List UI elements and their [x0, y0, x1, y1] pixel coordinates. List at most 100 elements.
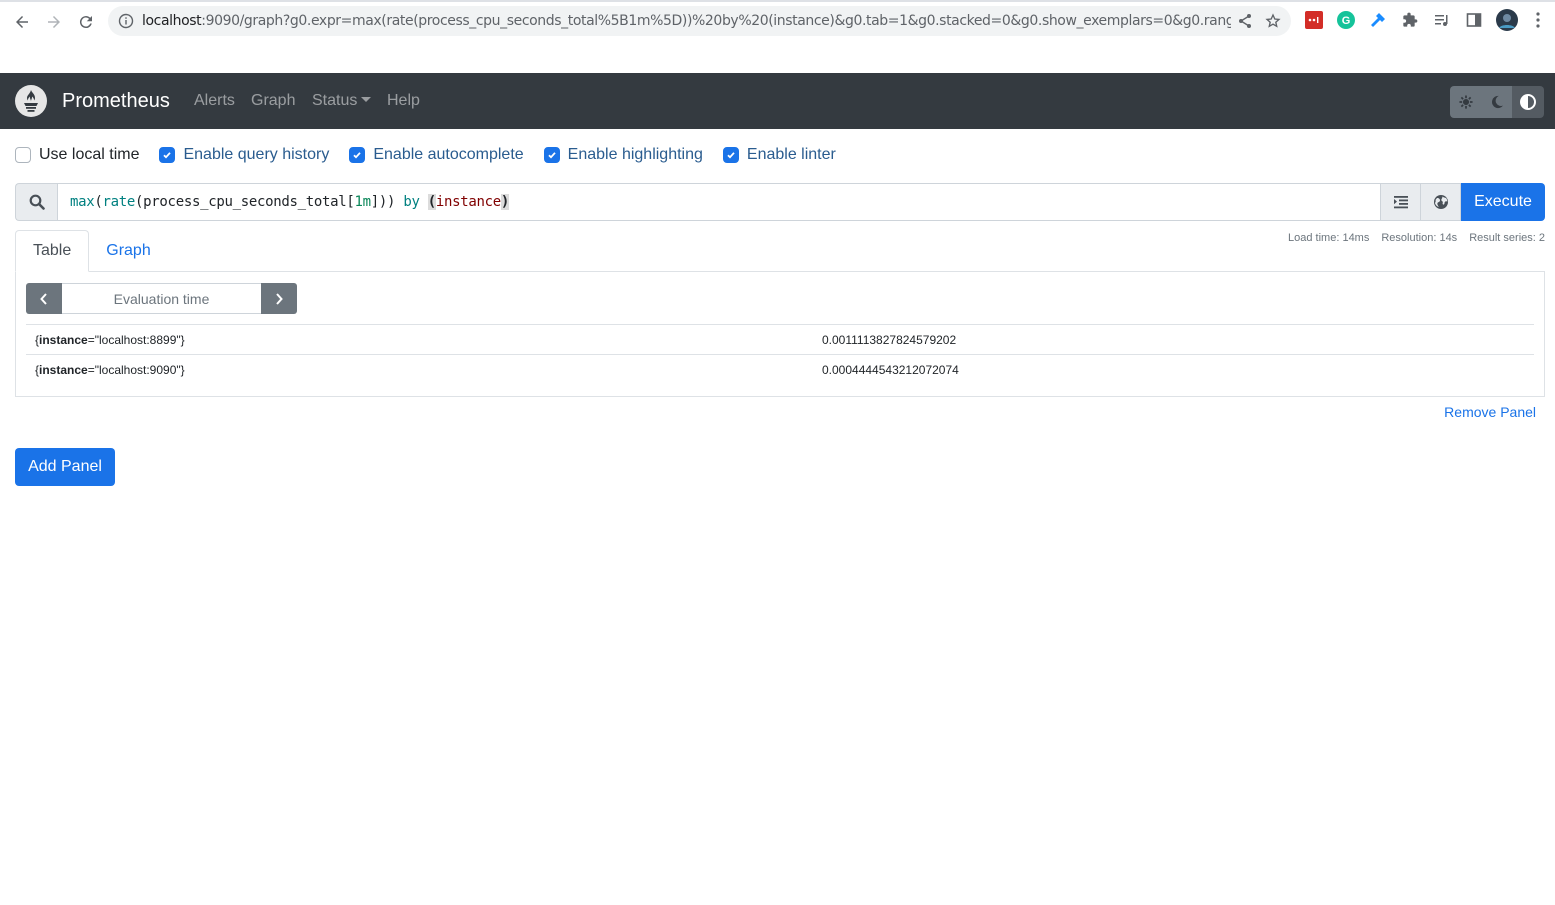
checkmark-icon	[353, 152, 362, 159]
star-icon	[1265, 13, 1281, 28]
url-text: localhost:9090/graph?g0.expr=max(rate(pr…	[142, 13, 1231, 29]
nav-help[interactable]: Help	[387, 91, 420, 111]
enable-linter-checkbox[interactable]: Enable linter	[722, 143, 836, 167]
token-bracket-match: )	[500, 194, 510, 210]
side-panel-button[interactable]	[1464, 10, 1484, 30]
enable-autocomplete-checkbox[interactable]: Enable autocomplete	[349, 143, 524, 167]
forward-button[interactable]	[40, 8, 68, 36]
label-name: instance	[39, 332, 88, 347]
contrast-icon	[1520, 94, 1536, 110]
tab-strip-edge	[0, 0, 1555, 2]
checkmark-icon	[163, 152, 172, 159]
dark-theme-button[interactable]	[1481, 86, 1512, 118]
token-duration: 1m	[354, 194, 372, 210]
checkbox-label: Enable highlighting	[567, 146, 703, 163]
checkbox-box[interactable]	[349, 147, 366, 163]
brand-name[interactable]: Prometheus	[62, 89, 170, 113]
moon-icon	[1491, 95, 1503, 109]
browser-toolbar: localhost:9090/graph?g0.expr=max(rate(pr…	[0, 0, 1555, 44]
profile-button[interactable]	[1496, 9, 1518, 31]
nav-graph[interactable]: Graph	[251, 91, 295, 111]
tab-table[interactable]: Table	[15, 230, 90, 272]
checkbox-label: Enable query history	[183, 146, 330, 163]
checkbox-box[interactable]	[543, 147, 560, 163]
checkbox-box[interactable]	[15, 147, 31, 163]
grammarly-icon: G	[1337, 11, 1355, 29]
result-series: Result series: 2	[1469, 232, 1545, 244]
lastpass-extension[interactable]	[1304, 10, 1324, 30]
url-host: localhost	[142, 13, 202, 29]
panel-body: Evaluation time {instance="localhost:889…	[15, 271, 1545, 397]
load-time: Load time: 14ms	[1288, 232, 1370, 244]
browser-menu-button[interactable]	[1528, 10, 1548, 30]
back-icon	[16, 16, 28, 28]
address-bar[interactable]: localhost:9090/graph?g0.expr=max(rate(pr…	[108, 6, 1291, 36]
search-prepend	[15, 183, 57, 221]
top-navbar: Prometheus Alerts Graph Status Help	[0, 73, 1555, 129]
light-theme-button[interactable]	[1450, 86, 1481, 118]
execute-button[interactable]: Execute	[1461, 183, 1545, 221]
share-button[interactable]	[1231, 7, 1259, 35]
prometheus-logo-icon[interactable]	[15, 85, 47, 117]
tab-graph[interactable]: Graph	[89, 230, 167, 272]
checkmark-icon	[727, 152, 735, 159]
expression-input[interactable]: max(rate (process_cpu_seconds_total[1m]))…	[57, 183, 1381, 221]
resolution: Resolution: 14s	[1381, 232, 1458, 244]
globe-icon	[1433, 195, 1448, 209]
token-paren: (	[94, 194, 103, 210]
previous-time-button[interactable]	[26, 283, 62, 314]
series-value: 0.0011113827824579202	[822, 332, 957, 347]
nav-status-label: Status	[312, 92, 358, 109]
label-name: instance	[39, 362, 88, 377]
token-function: max	[70, 194, 95, 210]
menu-icon	[1536, 12, 1540, 28]
use-local-time-checkbox[interactable]: Use local time	[15, 143, 139, 167]
indent-icon	[1393, 196, 1408, 209]
settings-row: Use local time Enable query history Enab…	[15, 143, 856, 167]
sun-icon	[1458, 95, 1473, 109]
token-metric: (process_cpu_seconds_total[	[135, 194, 355, 210]
forward-icon	[48, 16, 60, 28]
blue-extension[interactable]	[1368, 10, 1388, 30]
next-time-button[interactable]	[261, 283, 297, 314]
query-stats: Load time: 14ms Resolution: 14s Result s…	[1288, 232, 1545, 244]
media-icon	[1435, 15, 1448, 26]
metrics-explorer-button[interactable]	[1421, 183, 1461, 221]
panel-tabs: Table Graph	[15, 230, 168, 272]
nav-status[interactable]: Status	[312, 91, 372, 111]
site-info-icon[interactable]	[118, 13, 134, 29]
checkbox-box[interactable]	[159, 147, 176, 163]
caret-down-icon	[361, 97, 372, 102]
back-button[interactable]	[8, 8, 36, 36]
chevron-left-icon	[40, 292, 47, 305]
series-labels: {instance="localhost:8899"}	[35, 332, 185, 347]
evaluation-time-input[interactable]: Evaluation time	[62, 283, 261, 314]
auto-theme-button[interactable]	[1512, 86, 1544, 118]
token-bracket-match: (	[427, 194, 436, 210]
chevron-right-icon	[276, 292, 283, 305]
enable-query-history-checkbox[interactable]: Enable query history	[159, 143, 329, 167]
add-panel-button[interactable]: Add Panel	[15, 448, 115, 486]
results-table: {instance="localhost:8899"} 0.0011113827…	[26, 324, 1534, 384]
table-row: {instance="localhost:9090"} 0.0004444543…	[26, 354, 1534, 384]
media-button[interactable]	[1432, 10, 1452, 30]
profile-avatar	[1496, 9, 1518, 31]
series-value: 0.0004444543212072074	[822, 362, 959, 377]
series-labels: {instance="localhost:9090"}	[35, 362, 185, 377]
remove-panel-link[interactable]: Remove Panel	[1444, 404, 1536, 420]
puzzle-icon	[1403, 12, 1418, 27]
checkbox-box[interactable]	[722, 147, 739, 163]
reload-button[interactable]	[72, 8, 100, 36]
enable-highlighting-checkbox[interactable]: Enable highlighting	[543, 143, 703, 167]
svg-text:G: G	[1342, 15, 1351, 27]
grammarly-extension[interactable]: G	[1336, 10, 1356, 30]
format-expression-button[interactable]	[1381, 183, 1421, 221]
extension-blue-icon	[1371, 13, 1385, 27]
evaluation-time-group: Evaluation time	[26, 283, 297, 314]
nav-alerts[interactable]: Alerts	[194, 91, 235, 111]
extensions-button[interactable]	[1400, 10, 1420, 30]
share-icon	[1239, 14, 1251, 28]
bookmark-button[interactable]	[1259, 7, 1287, 35]
expression-row: max(rate (process_cpu_seconds_total[1m]))…	[15, 183, 1545, 221]
